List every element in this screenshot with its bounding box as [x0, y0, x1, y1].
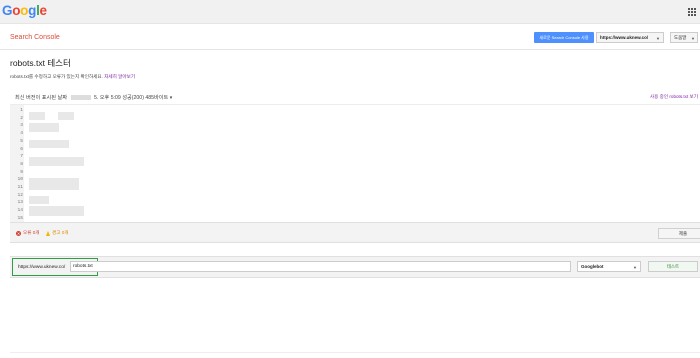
apps-grid-icon[interactable] [688, 8, 696, 16]
description-text: robots.txt를 수정하고 오류가 있는지 확인하세요. [10, 74, 103, 79]
line-number: 14 [17, 208, 23, 214]
line-number: 1 [20, 108, 23, 113]
line-number: 15 [17, 215, 23, 221]
line-number: 11 [17, 185, 23, 190]
line-number: 8 [20, 161, 23, 167]
error-count-label: 오류 0개 [23, 230, 40, 235]
line-number: 10 [17, 177, 23, 183]
logo-letter: e [39, 3, 48, 18]
submit-button[interactable]: 제출 [658, 228, 700, 239]
robots-editor[interactable]: 1 2 3 4 5 6 7 8 9 10 11 12 13 14 15 [10, 104, 700, 223]
redacted-line [29, 123, 59, 132]
redacted-date [70, 95, 91, 101]
line-number: 3 [20, 123, 23, 129]
divider [10, 352, 700, 353]
logo-letter: g [28, 3, 37, 18]
version-suffix: 5. 오후 5:09 성공(200) 485바이트 ▾ [93, 95, 173, 101]
redacted-line [29, 112, 45, 120]
error-icon: ✕ [16, 230, 21, 236]
view-live-robots-link[interactable]: 사용 중인 robots.txt 보기 [650, 94, 698, 100]
line-number: 5 [20, 138, 23, 144]
test-button[interactable]: 테스트 [648, 261, 698, 272]
redacted-line [58, 112, 74, 120]
search-console-header: Search Console 새로운 Search Console 사용 htt… [0, 25, 700, 50]
url-test-row: https://www.uknew.co/ robots.txt Googleb… [10, 256, 700, 278]
redacted-line [29, 196, 49, 204]
line-number: 7 [20, 154, 23, 160]
chevron-down-icon: ▼ [656, 36, 660, 41]
chevron-down-icon: ▼ [633, 265, 637, 270]
line-number: 12 [17, 192, 23, 198]
site-selector[interactable]: https://www.uknew.co/ ▼ [596, 32, 664, 43]
chevron-down-icon: ▼ [691, 36, 695, 41]
google-top-bar: Google [0, 0, 700, 24]
logo-letter: o [12, 3, 21, 18]
help-button[interactable]: 도움말 ▼ [670, 32, 698, 43]
line-number: 2 [20, 115, 23, 121]
logo-letter: G [2, 3, 13, 18]
line-number: 4 [20, 131, 23, 137]
version-row: 최신 버전이 표시된 날짜 5. 오후 5:09 성공(200) 485바이트 … [0, 90, 700, 104]
url-prefix: https://www.uknew.co/ [18, 265, 66, 270]
error-count: ✕ 오류 0개 [16, 230, 40, 236]
user-agent-select[interactable]: Googlebot ▼ [577, 261, 641, 272]
validation-status-bar: ✕ 오류 0개 경고 0개 제출 [10, 222, 700, 243]
redacted-line [29, 206, 84, 216]
redacted-line [29, 140, 69, 148]
line-number: 6 [20, 146, 23, 152]
version-prefix: 최신 버전이 표시된 날짜 [15, 95, 68, 101]
site-selector-label: https://www.uknew.co/ [600, 35, 649, 40]
version-dropdown[interactable]: 최신 버전이 표시된 날짜 5. 오후 5:09 성공(200) 485바이트 … [15, 94, 172, 101]
line-number: 9 [20, 169, 23, 175]
warning-count-label: 경고 0개 [52, 230, 69, 235]
redacted-line [29, 157, 84, 166]
new-search-console-button[interactable]: 새로운 Search Console 사용 [534, 32, 594, 43]
line-number: 13 [17, 200, 23, 206]
help-button-label: 도움말 [674, 34, 687, 40]
page-title: robots.txt 테스터 [10, 58, 71, 68]
search-console-title[interactable]: Search Console [10, 34, 60, 41]
line-number-gutter: 1 2 3 4 5 6 7 8 9 10 11 12 13 14 15 [10, 105, 24, 223]
logo-letter: o [20, 3, 29, 18]
learn-more-link[interactable]: 자세히 알아보기 [104, 74, 135, 79]
redacted-line [29, 178, 79, 190]
google-logo[interactable]: Google [2, 3, 47, 18]
warning-count: 경고 0개 [46, 230, 69, 236]
warning-icon [46, 230, 50, 236]
test-url-input[interactable]: robots.txt [70, 261, 571, 272]
user-agent-label: Googlebot [581, 264, 604, 269]
page-description: robots.txt를 수정하고 오류가 있는지 확인하세요. 자세히 알아보기 [10, 74, 135, 80]
